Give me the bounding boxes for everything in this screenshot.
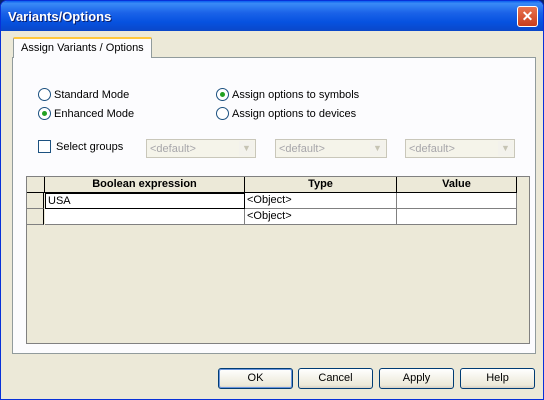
value-cell[interactable] <box>397 193 517 209</box>
value-cell[interactable] <box>397 209 517 225</box>
help-button[interactable]: Help <box>460 368 535 389</box>
radio-circle-selected <box>216 88 229 101</box>
chevron-down-icon: ▼ <box>239 141 254 156</box>
type-cell[interactable]: <Object> <box>245 209 397 225</box>
tab-panel: Standard Mode Enhanced Mode Assign optio… <box>12 57 536 354</box>
combo-value: <default> <box>409 143 455 155</box>
dialog-body: Assign Variants / Options Standard Mode … <box>4 31 540 398</box>
column-header-boolean-expression[interactable]: Boolean expression <box>45 177 245 192</box>
assign-to-symbols-radio[interactable]: Assign options to symbols <box>216 88 359 101</box>
assign-to-symbols-label: Assign options to symbols <box>232 88 360 101</box>
chevron-down-icon: ▼ <box>498 141 513 156</box>
close-icon: ✕ <box>521 8 534 24</box>
row-header[interactable] <box>27 193 44 209</box>
enhanced-mode-label: Enhanced Mode <box>54 107 135 120</box>
title-bar[interactable]: Variants/Options ✕ <box>1 1 543 31</box>
type-cell[interactable]: <Object> <box>245 193 397 209</box>
row-header[interactable] <box>27 209 44 225</box>
ok-button[interactable]: OK <box>218 368 293 389</box>
expression-cell[interactable]: USA <box>45 193 245 209</box>
radio-circle-selected <box>38 107 51 120</box>
tab-assign-variants-options[interactable]: Assign Variants / Options <box>13 37 152 58</box>
radio-circle <box>38 88 51 101</box>
options-table: Boolean expression Type Value USA <Objec… <box>26 176 530 344</box>
column-header-type[interactable]: Type <box>245 177 397 192</box>
standard-mode-radio[interactable]: Standard Mode <box>38 88 129 101</box>
checkbox-box <box>38 140 51 153</box>
expression-cell[interactable] <box>45 209 245 225</box>
column-header-value[interactable]: Value <box>397 177 517 192</box>
group-combo-3[interactable]: <default> ▼ <box>405 139 515 158</box>
variants-options-dialog: Variants/Options ✕ Assign Variants / Opt… <box>0 0 544 400</box>
assign-to-devices-radio[interactable]: Assign options to devices <box>216 107 356 120</box>
cancel-button[interactable]: Cancel <box>298 368 373 389</box>
enhanced-mode-radio[interactable]: Enhanced Mode <box>38 107 134 120</box>
select-groups-label: Select groups <box>56 140 124 153</box>
standard-mode-label: Standard Mode <box>54 88 130 101</box>
combo-value: <default> <box>150 143 196 155</box>
header-corner <box>27 177 45 192</box>
group-combo-1[interactable]: <default> ▼ <box>146 139 256 158</box>
close-button[interactable]: ✕ <box>517 6 538 27</box>
apply-button[interactable]: Apply <box>379 368 454 389</box>
chevron-down-icon: ▼ <box>370 141 385 156</box>
group-combo-2[interactable]: <default> ▼ <box>275 139 387 158</box>
window-title: Variants/Options <box>8 9 112 24</box>
assign-to-devices-label: Assign options to devices <box>232 107 357 120</box>
tab-label: Assign Variants / Options <box>21 42 144 54</box>
select-groups-checkbox[interactable]: Select groups <box>38 140 123 153</box>
table-header: Boolean expression Type Value <box>27 177 517 193</box>
combo-value: <default> <box>279 143 325 155</box>
radio-circle <box>216 107 229 120</box>
